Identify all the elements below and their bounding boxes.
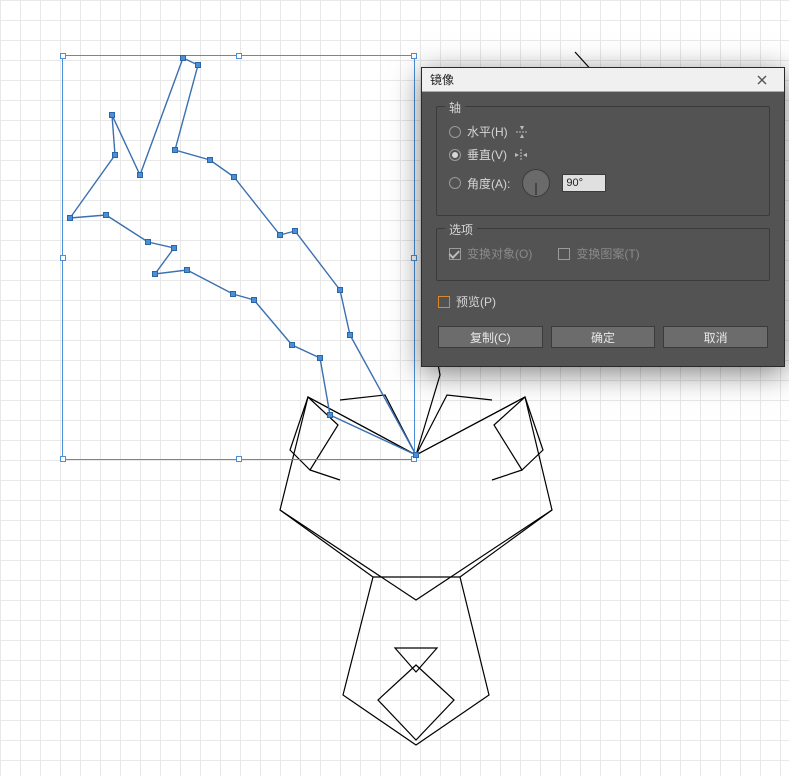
resize-handle-w[interactable] bbox=[60, 255, 66, 261]
anchor-point[interactable] bbox=[67, 215, 73, 221]
radio-icon bbox=[449, 126, 461, 138]
preview-checkbox[interactable] bbox=[438, 296, 450, 308]
anchor-point[interactable] bbox=[207, 157, 213, 163]
anchor-point[interactable] bbox=[413, 452, 419, 458]
options-group: 选项 变换对象(O) 变换图案(T) bbox=[436, 228, 770, 281]
axis-group: 轴 水平(H) 垂直(V) 角度(A): bbox=[436, 106, 770, 216]
cancel-button[interactable]: 取消 bbox=[663, 326, 768, 348]
anchor-point[interactable] bbox=[292, 228, 298, 234]
dialog-titlebar[interactable]: 镜像 bbox=[422, 68, 784, 92]
preview-label: 预览(P) bbox=[456, 293, 496, 310]
reflect-horizontal-icon bbox=[514, 124, 530, 140]
anchor-point[interactable] bbox=[137, 172, 143, 178]
dialog-title: 镜像 bbox=[430, 71, 454, 88]
anchor-point[interactable] bbox=[251, 297, 257, 303]
anchor-point[interactable] bbox=[109, 112, 115, 118]
axis-horizontal-label: 水平(H) bbox=[467, 123, 508, 140]
anchor-point[interactable] bbox=[347, 332, 353, 338]
anchor-point[interactable] bbox=[327, 412, 333, 418]
transform-objects-checkbox[interactable] bbox=[449, 248, 461, 260]
resize-handle-e[interactable] bbox=[411, 255, 417, 261]
anchor-point[interactable] bbox=[145, 239, 151, 245]
anchor-point[interactable] bbox=[184, 267, 190, 273]
anchor-point[interactable] bbox=[180, 55, 186, 61]
reflect-dialog: 镜像 轴 水平(H) 垂直(V) bbox=[421, 67, 785, 367]
resize-handle-sw[interactable] bbox=[60, 456, 66, 462]
anchor-point[interactable] bbox=[152, 271, 158, 277]
anchor-point[interactable] bbox=[195, 62, 201, 68]
resize-handle-nw[interactable] bbox=[60, 53, 66, 59]
anchor-point[interactable] bbox=[171, 245, 177, 251]
anchor-point[interactable] bbox=[289, 342, 295, 348]
radio-icon bbox=[449, 177, 461, 189]
axis-group-label: 轴 bbox=[445, 99, 465, 116]
resize-handle-ne[interactable] bbox=[411, 53, 417, 59]
resize-handle-n[interactable] bbox=[236, 53, 242, 59]
close-icon[interactable] bbox=[748, 72, 776, 88]
angle-input[interactable] bbox=[562, 174, 606, 192]
anchor-point[interactable] bbox=[172, 147, 178, 153]
axis-vertical-label: 垂直(V) bbox=[467, 146, 507, 163]
options-group-label: 选项 bbox=[445, 221, 477, 238]
anchor-point[interactable] bbox=[231, 174, 237, 180]
axis-horizontal-radio[interactable]: 水平(H) bbox=[449, 123, 757, 140]
resize-handle-s[interactable] bbox=[236, 456, 242, 462]
transform-pattern-checkbox[interactable] bbox=[558, 248, 570, 260]
radio-icon bbox=[449, 149, 461, 161]
anchor-point[interactable] bbox=[230, 291, 236, 297]
anchor-point[interactable] bbox=[337, 287, 343, 293]
copy-button[interactable]: 复制(C) bbox=[438, 326, 543, 348]
anchor-point[interactable] bbox=[103, 212, 109, 218]
axis-vertical-radio[interactable]: 垂直(V) bbox=[449, 146, 757, 163]
angle-dial[interactable] bbox=[522, 169, 550, 197]
axis-angle-label: 角度(A): bbox=[467, 175, 510, 192]
dialog-button-row: 复制(C) 确定 取消 bbox=[436, 322, 770, 350]
transform-objects-label: 变换对象(O) bbox=[467, 245, 532, 262]
ok-button[interactable]: 确定 bbox=[551, 326, 656, 348]
reflect-vertical-icon bbox=[513, 147, 529, 163]
anchor-point[interactable] bbox=[112, 152, 118, 158]
axis-angle-radio[interactable]: 角度(A): bbox=[449, 169, 757, 197]
anchor-point[interactable] bbox=[317, 355, 323, 361]
transform-pattern-label: 变换图案(T) bbox=[576, 245, 639, 262]
anchor-point[interactable] bbox=[277, 232, 283, 238]
